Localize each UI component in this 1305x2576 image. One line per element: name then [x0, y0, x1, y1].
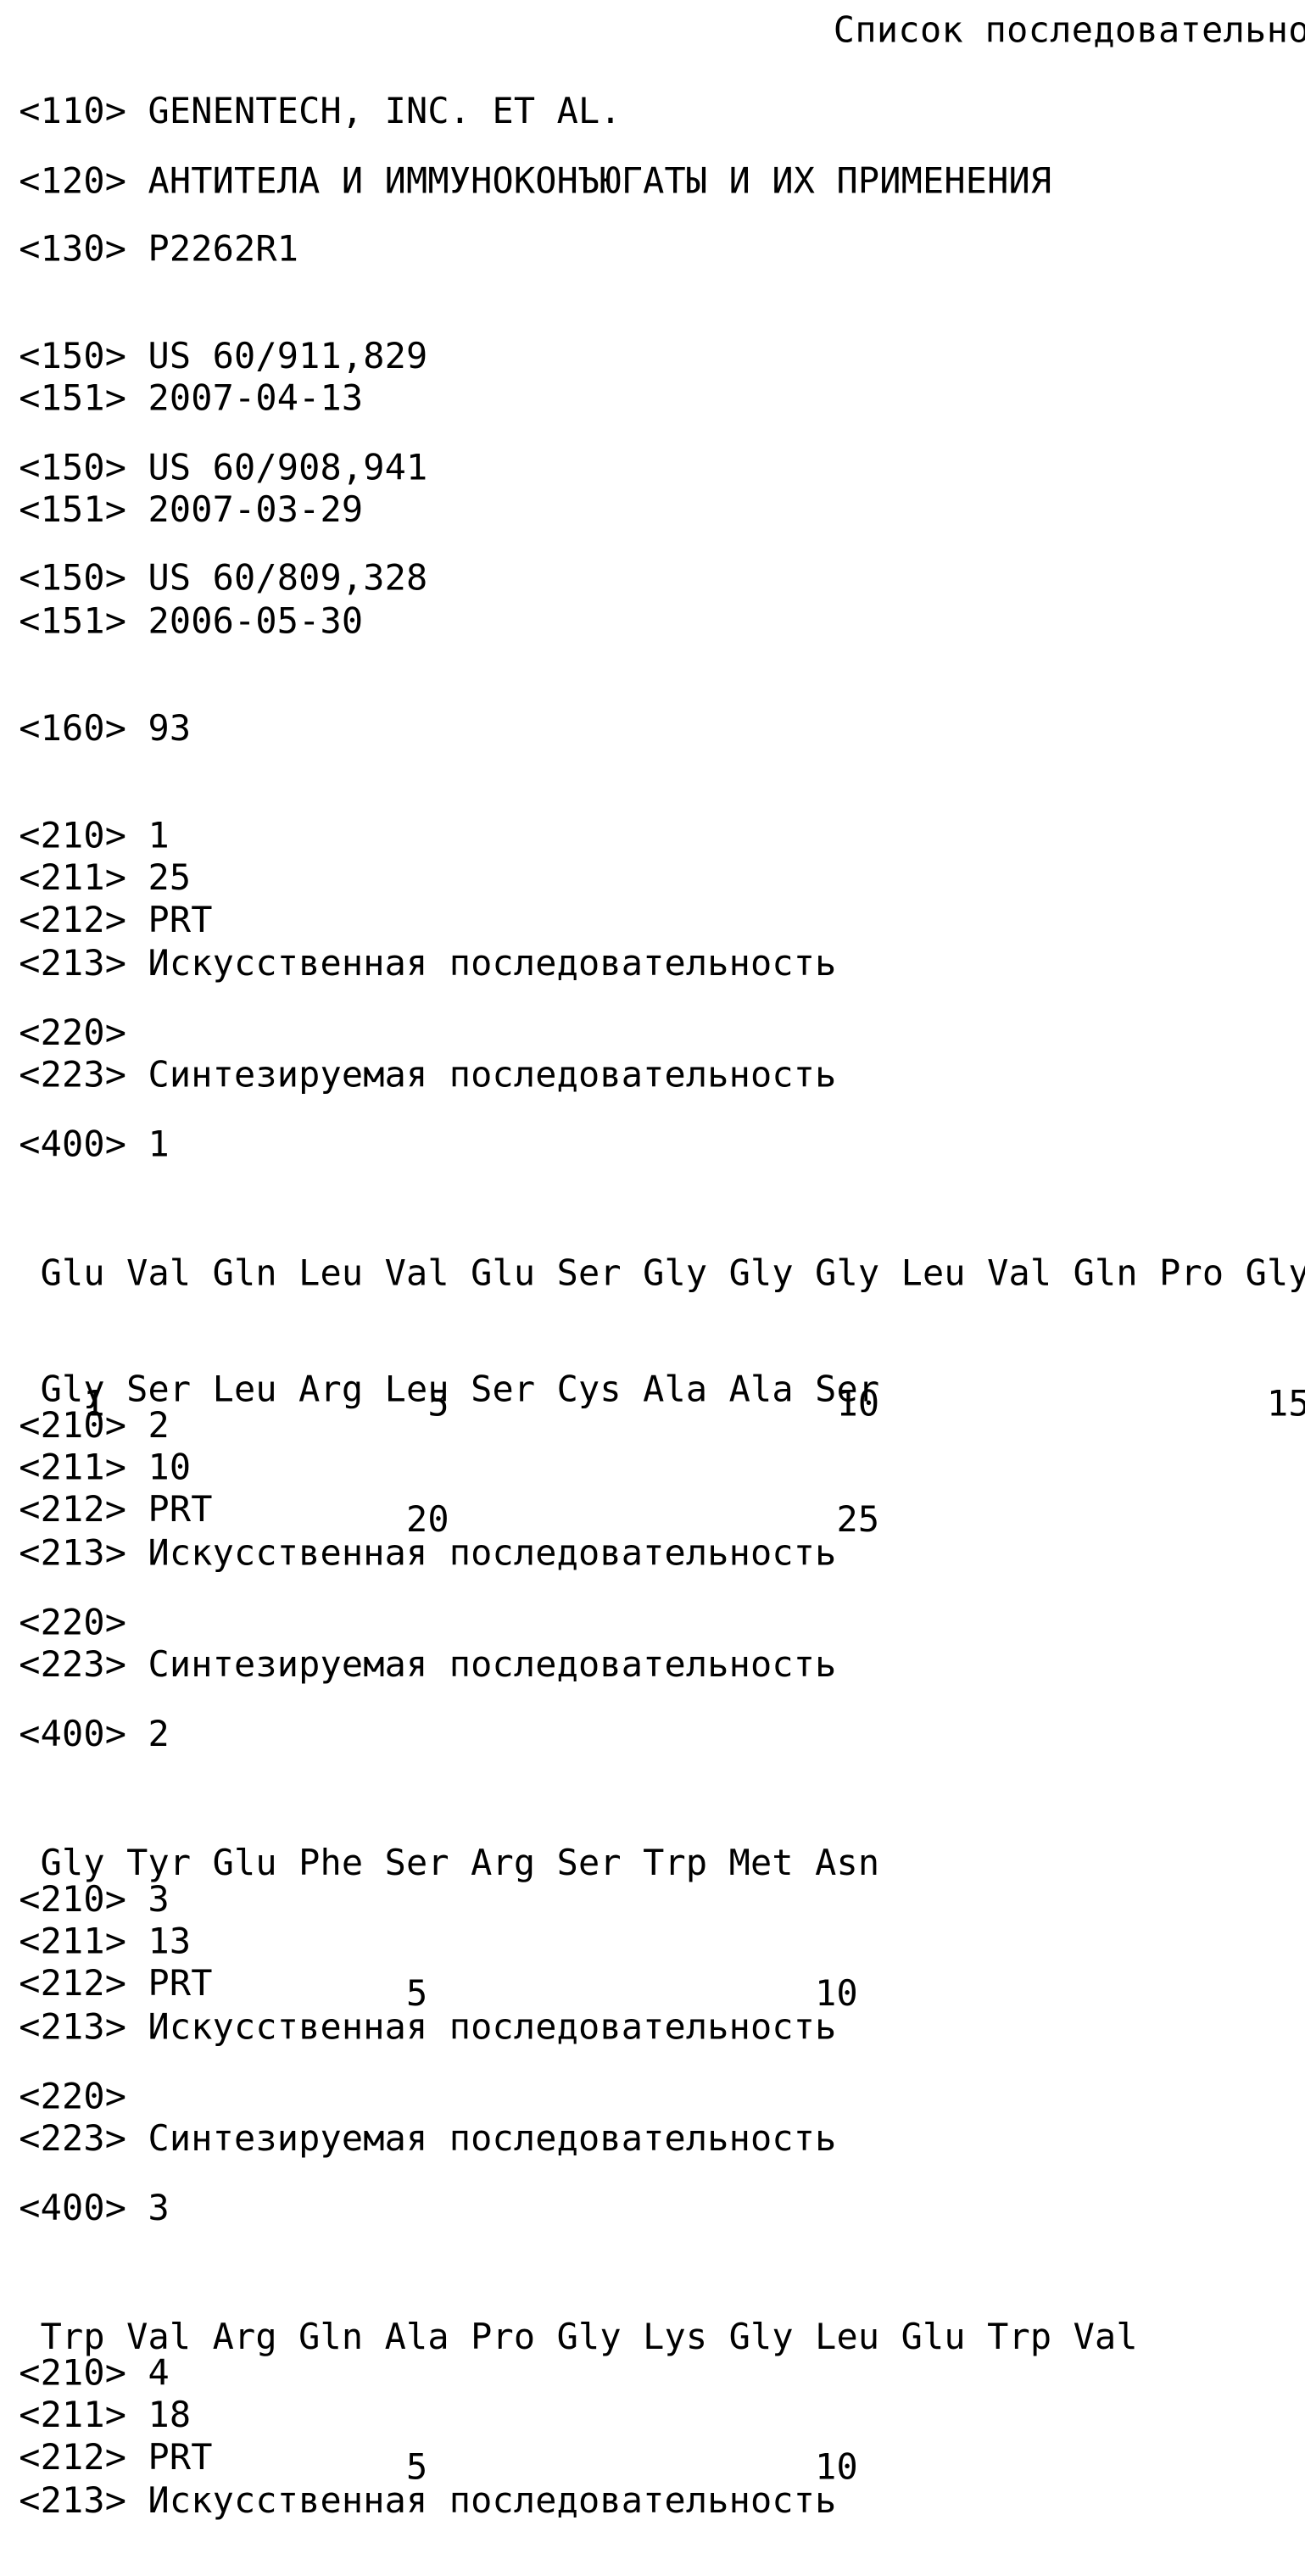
- sequence-listing-page: Список последовательностей <110> GENENTE…: [0, 0, 1305, 2523]
- seq-2-id-line: <210> 2: [19, 1403, 170, 1447]
- seq-2-length-line: <211> 10: [19, 1446, 192, 1488]
- seq-1-type-line: <212> PRT: [19, 898, 213, 941]
- priority-3-number-line: <150> US 60/809,328: [19, 556, 428, 599]
- seq-2-other-info-line: <223> Синтезируемая последовательность: [19, 1642, 837, 1686]
- number-of-seqs-line: <160> 93: [19, 706, 192, 750]
- seq-2-header-line: <400> 2: [19, 1712, 170, 1755]
- seq-1-length-line: <211> 25: [19, 856, 192, 899]
- page-title: Список последовательностей: [833, 8, 1305, 51]
- seq-1-other-info-line: <223> Синтезируемая последовательность: [19, 1053, 837, 1096]
- seq-3-header-line: <400> 3: [19, 2186, 170, 2229]
- file-reference-line: <130> P2262R1: [19, 227, 299, 270]
- seq-3-organism-line: <213> Искусственная последовательность: [19, 2004, 837, 2048]
- priority-1-number-line: <150> US 60/911,829: [19, 334, 428, 377]
- seq-2-type-line: <212> PRT: [19, 1487, 213, 1531]
- priority-3-date-line: <151> 2006-05-30: [19, 599, 364, 642]
- seq-2-organism-line: <213> Искусственная последовательность: [19, 1531, 837, 1574]
- seq-4-id-line: <210> 4: [19, 2351, 170, 2394]
- seq-2-feature-line: <220>: [19, 1601, 127, 1643]
- seq-3-id-line: <210> 3: [19, 1877, 170, 1921]
- priority-2-date-line: <151> 2007-03-29: [19, 488, 364, 531]
- seq-1-feature-line: <220>: [19, 1011, 127, 1054]
- invention-title-line: <120> АНТИТЕЛА И ИММУНОКОНЪЮГАТЫ И ИХ ПР…: [19, 159, 1052, 202]
- seq-4-organism-line: <213> Искусственная последовательность: [19, 2478, 837, 2522]
- seq-3-residue-line-1: Trp Val Arg Gln Ala Pro Gly Lys Gly Leu …: [19, 2315, 1138, 2358]
- priority-1-date-line: <151> 2007-04-13: [19, 376, 364, 419]
- seq-4-length-line: <211> 18: [19, 2393, 192, 2436]
- seq-3-other-info-line: <223> Синтезируемая последовательность: [19, 2116, 837, 2160]
- priority-2-number-line: <150> US 60/908,941: [19, 446, 428, 488]
- seq-3-feature-line: <220>: [19, 2074, 127, 2117]
- seq-1-header-line: <400> 1: [19, 1123, 170, 1165]
- seq-1-organism-line: <213> Искусственная последовательность: [19, 941, 837, 984]
- applicant-line: <110> GENENTECH, INC. ET AL.: [19, 89, 622, 132]
- seq-3-length-line: <211> 13: [19, 1920, 192, 1962]
- seq-1-id-line: <210> 1: [19, 814, 170, 856]
- seq-3-type-line: <212> PRT: [19, 1961, 213, 2004]
- seq-4-type-line: <212> PRT: [19, 2435, 213, 2478]
